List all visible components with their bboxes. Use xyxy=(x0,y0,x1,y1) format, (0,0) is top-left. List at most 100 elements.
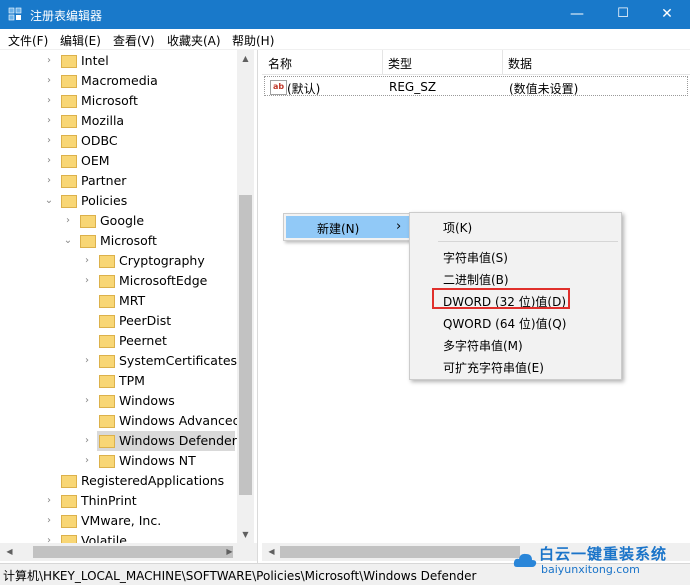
submenu-item-label: QWORD (64 位)值(Q) xyxy=(443,317,567,331)
chevron-down-icon[interactable]: ⌄ xyxy=(63,231,73,251)
chevron-right-icon xyxy=(82,291,92,311)
chevron-right-icon[interactable]: › xyxy=(82,431,92,451)
tree-item[interactable]: TPM xyxy=(0,371,237,391)
column-name-header[interactable]: 名称 xyxy=(268,55,292,72)
folder-icon xyxy=(99,375,115,388)
tree-item[interactable]: › Microsoft xyxy=(0,91,237,111)
tree-item-label: RegisteredApplications xyxy=(81,473,225,488)
tree-item[interactable]: Peernet xyxy=(0,331,237,351)
folder-icon xyxy=(80,235,96,248)
menu-file[interactable]: 文件(F) xyxy=(8,32,48,49)
tree-item[interactable]: ⌄ Microsoft xyxy=(0,231,237,251)
chevron-right-icon[interactable]: › xyxy=(44,491,54,511)
chevron-right-icon[interactable]: › xyxy=(44,151,54,171)
chevron-right-icon[interactable]: › xyxy=(44,111,54,131)
value-name: (默认) xyxy=(287,82,321,96)
chevron-right-icon[interactable]: › xyxy=(44,71,54,91)
registry-tree[interactable]: › Intel › Macromedia › Microsoft › Mozilla › ODBC… xyxy=(0,50,258,563)
tree-item-label: ThinPrint xyxy=(81,493,137,508)
tree-item[interactable]: › Windows xyxy=(0,391,237,411)
chevron-right-icon[interactable]: › xyxy=(63,211,73,231)
list-horizontal-scroll-thumb[interactable] xyxy=(280,546,520,558)
tree-item[interactable]: PeerDist xyxy=(0,311,237,331)
folder-icon xyxy=(80,215,96,228)
submenu-item-multi-string-value[interactable]: 多字符串值(M) xyxy=(410,334,621,356)
watermark: 白云一键重装系统 baiyunxitong.com xyxy=(511,541,690,583)
folder-icon xyxy=(99,315,115,328)
scroll-up-arrow-icon[interactable]: ▲ xyxy=(238,50,253,67)
chevron-right-icon[interactable]: › xyxy=(82,351,92,371)
scroll-left-arrow-icon[interactable]: ◀ xyxy=(264,543,279,560)
chevron-right-icon[interactable]: › xyxy=(82,251,92,271)
chevron-right-icon[interactable]: › xyxy=(44,131,54,151)
submenu-item-label: 多字符串值(M) xyxy=(443,339,523,353)
minimize-button[interactable]: — xyxy=(554,0,600,29)
tree-item[interactable]: › Google xyxy=(0,211,237,231)
close-button[interactable]: ✕ xyxy=(644,0,690,29)
tree-item[interactable]: › OEM xyxy=(0,151,237,171)
menu-help[interactable]: 帮助(H) xyxy=(232,32,274,49)
tree-item[interactable]: › Windows Defender xyxy=(0,431,237,451)
menu-view[interactable]: 查看(V) xyxy=(113,32,155,49)
list-header: 名称 类型 数据 xyxy=(262,50,690,75)
folder-icon xyxy=(99,395,115,408)
tree-horizontal-scroll-thumb[interactable] xyxy=(33,546,233,558)
column-divider[interactable] xyxy=(382,50,383,74)
context-menu-new[interactable]: 新建(N) › xyxy=(286,216,411,238)
tree-item[interactable]: MRT xyxy=(0,291,237,311)
chevron-right-icon[interactable]: › xyxy=(44,171,54,191)
tree-item[interactable]: › Partner xyxy=(0,171,237,191)
tree-horizontal-scrollbar[interactable]: ◀ ▶ xyxy=(0,543,257,561)
maximize-button[interactable]: ☐ xyxy=(600,0,646,29)
registry-editor-icon xyxy=(8,7,22,21)
tree-item-label: Windows Defender xyxy=(119,433,237,448)
tree-vertical-scrollbar[interactable]: ▲ ▼ xyxy=(237,50,254,543)
column-divider[interactable] xyxy=(502,50,503,74)
menu-edit[interactable]: 编辑(E) xyxy=(60,32,101,49)
folder-icon xyxy=(99,415,115,428)
tree-item[interactable]: › Mozilla xyxy=(0,111,237,131)
folder-icon xyxy=(99,435,115,448)
submenu-item-key[interactable]: 项(K) xyxy=(410,216,621,238)
scroll-right-arrow-icon[interactable]: ▶ xyxy=(222,543,237,560)
chevron-right-icon[interactable]: › xyxy=(44,91,54,111)
tree-item[interactable]: › MicrosoftEdge xyxy=(0,271,237,291)
tree-item[interactable]: › SystemCertificates xyxy=(0,351,237,371)
chevron-right-icon xyxy=(44,471,54,491)
tree-item[interactable]: › Macromedia xyxy=(0,71,237,91)
tree-item[interactable]: › VMware, Inc. xyxy=(0,511,237,531)
tree-item[interactable]: ⌄ Policies xyxy=(0,191,237,211)
tree-item[interactable]: › ODBC xyxy=(0,131,237,151)
context-menu-new-label: 新建(N) xyxy=(317,222,360,236)
folder-icon xyxy=(61,515,77,528)
folder-icon xyxy=(61,475,77,488)
window-title: 注册表编辑器 xyxy=(30,9,103,23)
menu-favorites[interactable]: 收藏夹(A) xyxy=(167,32,221,49)
chevron-right-icon[interactable]: › xyxy=(44,511,54,531)
chevron-down-icon[interactable]: ⌄ xyxy=(44,191,54,211)
tree-item-label: Cryptography xyxy=(119,253,205,268)
scroll-down-arrow-icon[interactable]: ▼ xyxy=(238,526,253,543)
tree-item[interactable]: › Intel xyxy=(0,51,237,71)
submenu-arrow-icon: › xyxy=(396,219,402,234)
chevron-right-icon[interactable]: › xyxy=(82,391,92,411)
chevron-right-icon[interactable]: › xyxy=(82,271,92,291)
tree-vertical-scroll-thumb[interactable] xyxy=(239,195,252,495)
chevron-right-icon[interactable]: › xyxy=(44,51,54,71)
tree-item[interactable]: › Windows NT xyxy=(0,451,237,471)
scroll-left-arrow-icon[interactable]: ◀ xyxy=(2,543,17,560)
submenu-item-qword-value[interactable]: QWORD (64 位)值(Q) xyxy=(410,312,621,334)
chevron-right-icon[interactable]: › xyxy=(82,451,92,471)
tree-item[interactable]: Windows Advanced xyxy=(0,411,241,431)
column-data-header[interactable]: 数据 xyxy=(508,55,532,72)
tree-item[interactable]: › Cryptography xyxy=(0,251,237,271)
list-row[interactable]: ab (默认) REG_SZ (数值未设置) xyxy=(264,76,688,96)
tree-item[interactable]: RegisteredApplications xyxy=(0,471,237,491)
folder-icon xyxy=(99,275,115,288)
submenu-item-string-value[interactable]: 字符串值(S) xyxy=(410,246,621,268)
tree-item[interactable]: › ThinPrint xyxy=(0,491,237,511)
submenu-item-binary-value[interactable]: 二进制值(B) xyxy=(410,268,621,290)
column-type-header[interactable]: 类型 xyxy=(388,55,412,72)
submenu-item-expandable-string-value[interactable]: 可扩充字符串值(E) xyxy=(410,356,621,378)
submenu-item-label: 字符串值(S) xyxy=(443,251,508,265)
